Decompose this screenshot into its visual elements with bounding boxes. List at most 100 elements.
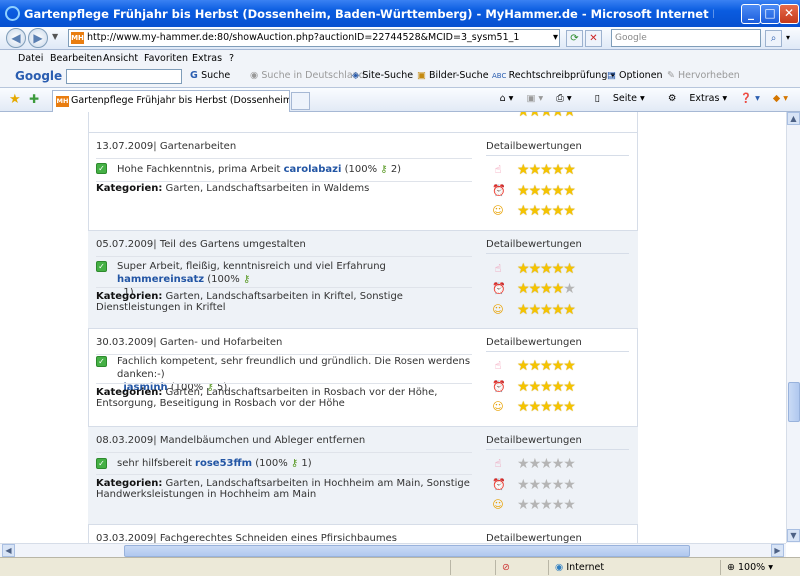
star-filled-icon: ★	[517, 379, 530, 395]
scroll-left-icon[interactable]: ◀	[2, 544, 15, 557]
favorites-star-icon[interactable]: ★	[9, 92, 21, 107]
divider	[96, 181, 472, 182]
horizontal-scrollbar[interactable]: ◀ ▶	[0, 543, 786, 557]
google-search-label: Suche	[201, 70, 231, 81]
star-filled-icon: ★	[551, 261, 565, 277]
zone-cell[interactable]: ◉ Internet	[548, 560, 720, 575]
minimize-button[interactable]: _	[741, 4, 761, 24]
rating-entry: 30.03.2009| Garten- und Hofarbeiten Deta…	[88, 328, 638, 426]
star-filled-icon: ★	[540, 302, 553, 318]
tab-active[interactable]: MH Gartenpflege Frühjahr bis Herbst (Dos…	[52, 90, 290, 112]
refresh-icon[interactable]: ⟳	[566, 30, 583, 47]
google-toolbar: Google G Suche ◉ Suche in Deutschland ◈ …	[0, 66, 800, 88]
rating-stars-punctuality: ★★★★★	[517, 184, 576, 198]
entry-date: 30.03.2009	[96, 337, 154, 348]
url-input[interactable]: MH http://www.my-hammer.de:80/showAuctio…	[68, 29, 560, 47]
close-button[interactable]: ✕	[779, 4, 799, 24]
entry-date: 13.07.2009	[96, 141, 154, 152]
stop-icon[interactable]: ✕	[585, 30, 602, 47]
star-filled-icon: ★	[563, 399, 576, 415]
menu-datei[interactable]: Datei	[18, 53, 43, 64]
divider	[96, 158, 472, 159]
search-options-icon[interactable]: ▾	[782, 30, 794, 47]
highlight-button[interactable]: ✎ Hervorheben	[667, 70, 740, 81]
rating-entry: 08.03.2009| Mandelbäumchen und Ableger e…	[88, 426, 638, 524]
vertical-scrollbar[interactable]: ▲ ▼	[786, 112, 800, 543]
comment-text: Super Arbeit, fleißig, kenntnisreich und…	[117, 261, 386, 272]
google-search-button[interactable]: G Suche	[190, 70, 230, 81]
print-icon[interactable]: ⎙ ▾	[556, 93, 571, 104]
google-logo[interactable]: Google	[15, 69, 62, 83]
star-filled-icon: ★	[517, 358, 530, 374]
horizontal-scroll-thumb[interactable]	[124, 545, 690, 557]
back-button[interactable]: ◀	[6, 28, 26, 48]
star-empty-icon: ★	[563, 477, 576, 493]
positive-check-icon: ✓	[96, 458, 107, 469]
privacy-cell[interactable]: ⊘	[495, 560, 525, 575]
url-dropdown-icon[interactable]: ▾	[547, 30, 564, 47]
user-stats: (100%	[207, 274, 240, 285]
clock-icon: ⏰	[492, 380, 506, 393]
site-search-button[interactable]: ◈ Site-Suche	[352, 70, 413, 81]
entry-categories: Kategorien: Garten, Landschaftsarbeiten …	[96, 478, 472, 500]
star-filled-icon: ★	[540, 281, 553, 297]
menu-extras[interactable]: Extras	[192, 53, 222, 64]
options-icon: ▤	[607, 70, 619, 81]
clock-icon: ⏰	[492, 282, 506, 295]
rating-entry: 13.07.2009| Gartenarbeiten Detailbewertu…	[88, 132, 638, 230]
google-search-input[interactable]	[66, 69, 182, 84]
feeds-icon[interactable]: ▣ ▾	[526, 93, 543, 104]
categories-text: Garten, Landschaftsarbeiten in Waldems	[165, 183, 370, 194]
star-empty-icon: ★	[528, 456, 542, 472]
search-de-button[interactable]: ◉ Suche in Deutschland	[250, 70, 365, 81]
search-de-label: Suche in Deutschland	[261, 70, 365, 81]
image-search-button[interactable]: ▣ Bilder-Suche	[417, 70, 489, 81]
menu-favoriten[interactable]: Favoriten	[144, 53, 188, 64]
star-filled-icon: ★	[517, 302, 530, 318]
page-menu[interactable]: ▯ Seite ▾	[585, 93, 645, 104]
categories-label: Kategorien:	[96, 291, 163, 302]
detail-ratings-label: Detailbewertungen	[486, 141, 582, 152]
star-filled-icon: ★	[540, 203, 553, 219]
search-input[interactable]: Google	[611, 29, 761, 47]
categories-label: Kategorien:	[96, 387, 163, 398]
divider	[96, 474, 472, 475]
scroll-right-icon[interactable]: ▶	[771, 544, 784, 557]
entry-title: Teil des Gartens umgestalten	[159, 239, 306, 250]
user-link[interactable]: hammereinsatz	[117, 274, 204, 285]
research-icon[interactable]: ◆ ▾	[773, 93, 788, 104]
scroll-up-icon[interactable]: ▲	[787, 112, 800, 125]
help-icon[interactable]: ❓ ▾	[740, 93, 760, 104]
menu-help[interactable]: ?	[229, 53, 234, 64]
history-dropdown-icon[interactable]: ▼	[52, 32, 58, 41]
url-text: http://www.my-hammer.de:80/showAuction.p…	[87, 32, 520, 43]
star-filled-icon: ★	[540, 162, 553, 178]
zoom-control[interactable]: ⊕ 100% ▾	[720, 560, 800, 575]
spellcheck-button[interactable]: ABC Rechtschreibprüfung ▾	[492, 70, 615, 81]
globe-icon: ◉	[250, 70, 262, 81]
rating-stars-punctuality: ★★★★★	[517, 379, 576, 395]
search-icon[interactable]: ⌕	[765, 30, 782, 47]
forward-button[interactable]: ▶	[28, 28, 48, 48]
key-icon: ⚷	[242, 274, 251, 285]
detail-ratings-label: Detailbewertungen	[486, 435, 582, 446]
scroll-down-icon[interactable]: ▼	[787, 529, 800, 542]
menu-ansicht[interactable]: Ansicht	[103, 53, 138, 64]
add-favorite-icon[interactable]: ✚	[29, 92, 39, 106]
user-link[interactable]: carolabazi	[284, 164, 342, 175]
new-tab-button[interactable]	[291, 92, 310, 110]
menu-bearbeiten[interactable]: Bearbeiten	[50, 53, 102, 64]
highlight-icon: ✎	[667, 70, 678, 81]
star-filled-icon: ★	[517, 203, 530, 219]
rating-entry: 05.07.2009| Teil des Gartens umgestalten…	[88, 230, 638, 328]
star-empty-icon: ★	[563, 281, 576, 297]
rating-stars-friendliness: ★★★★★	[517, 302, 576, 318]
home-icon[interactable]: ⌂ ▾	[500, 93, 514, 104]
extras-menu[interactable]: ⚙ Extras ▾	[658, 93, 727, 104]
rating-stars-quality: ★★★★★	[517, 162, 576, 178]
entry-title: Mandelbäumchen und Ableger entfernen	[159, 435, 366, 446]
user-link[interactable]: rose53ffm	[195, 458, 252, 469]
vertical-scroll-thumb[interactable]	[788, 382, 800, 422]
options-button[interactable]: ▤ Optionen	[607, 70, 663, 81]
maximize-button[interactable]: □	[760, 4, 780, 24]
